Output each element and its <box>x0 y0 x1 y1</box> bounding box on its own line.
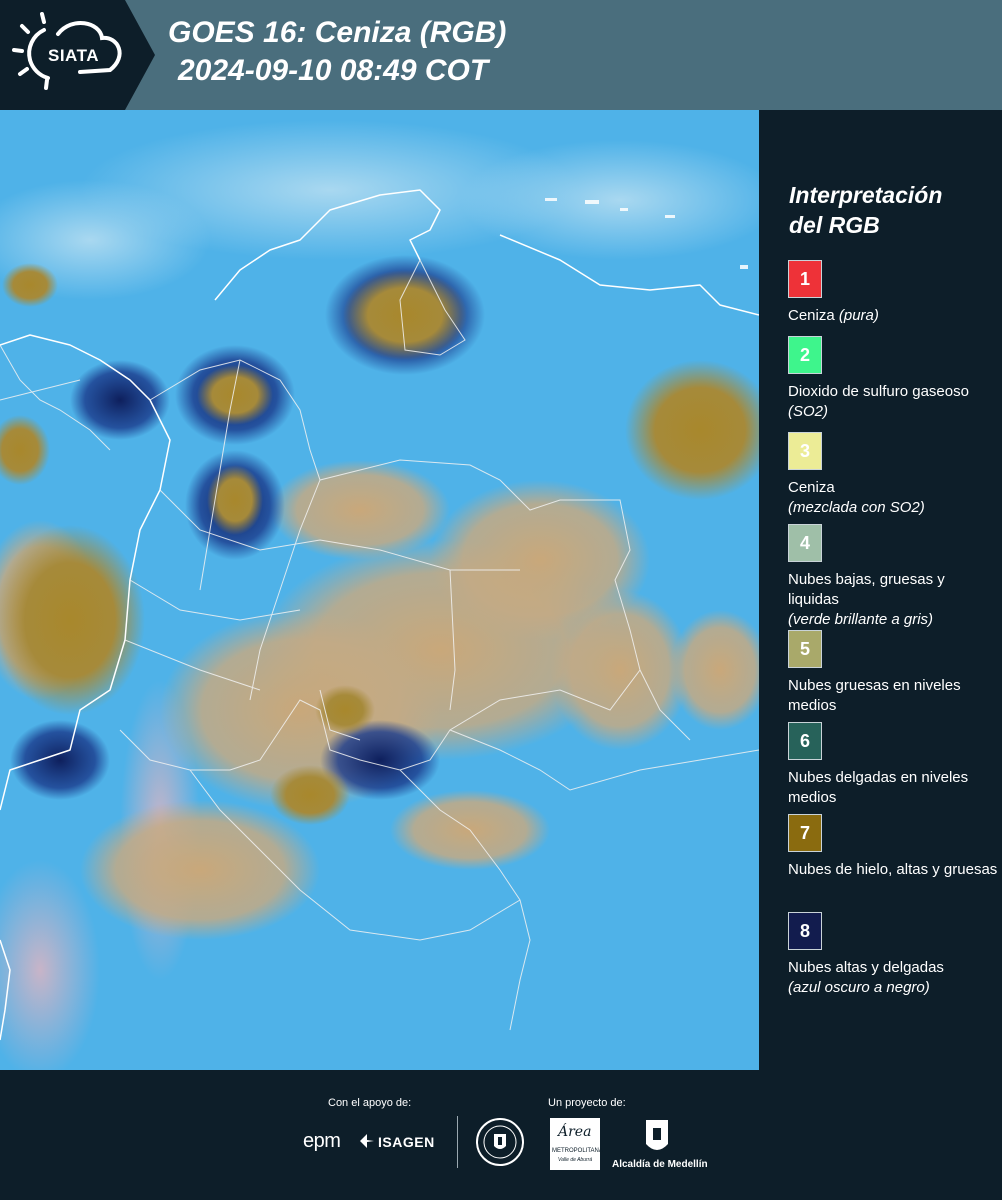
legend-swatch-8: 8 <box>788 912 822 950</box>
footer: Con el apoyo de: Un proyecto de: epm ISA… <box>0 1070 1002 1200</box>
legend-label-4: Nubes bajas, gruesas y liquidas (verde br… <box>788 571 945 628</box>
area-metropolitana-logo: Área METROPOLITANA Valle de Aburrá <box>550 1118 603 1170</box>
page-title: GOES 16: Ceniza (RGB) 2024-09-10 08:49 C… <box>168 14 506 90</box>
legend-title: Interpretación del RGB <box>789 180 942 240</box>
legend-item-6: 6 Nubes delgadas en niveles medios <box>788 722 998 808</box>
legend-item-4: 4 Nubes bajas, gruesas y liquidas (verde … <box>788 524 998 630</box>
alcaldia-shield-icon <box>646 1120 668 1150</box>
legend-swatch-6: 6 <box>788 722 822 760</box>
siata-logo: SIATA <box>0 0 155 110</box>
legend-label-1: Ceniza (pura) <box>788 307 879 324</box>
legend-label-5: Nubes gruesas en niveles medios <box>788 677 961 714</box>
isagen-icon <box>360 1134 374 1148</box>
legend-label-3: Ceniza (mezclada con SO2) <box>788 479 925 516</box>
legend-item-2: 2 Dioxido de sulfuro gaseoso (SO2) <box>788 336 998 422</box>
legend-swatch-7: 7 <box>788 814 822 852</box>
support-label: Con el apoyo de: <box>328 1097 412 1109</box>
legend-swatch-1: 1 <box>788 260 822 298</box>
header-bar: SIATA GOES 16: Ceniza (RGB) 2024-09-10 0… <box>0 0 1002 110</box>
logo-text: SIATA <box>48 46 99 65</box>
legend-item-8: 8 Nubes altas y delgadas (azul oscuro a n… <box>788 912 998 998</box>
legend-title-line-2: del RGB <box>789 212 880 238</box>
footer-divider <box>457 1116 458 1168</box>
epm-logo: epm <box>303 1130 341 1152</box>
isagen-logo: ISAGEN <box>378 1134 435 1150</box>
area-logo-subtext-2: Valle de Aburrá <box>558 1157 593 1163</box>
medellin-seal-icon <box>476 1118 524 1166</box>
legend-label-2: Dioxido de sulfuro gaseoso (SO2) <box>788 383 969 420</box>
alcaldia-logo-text: Alcaldía de Medellín <box>612 1159 708 1170</box>
legend-item-3: 3 Ceniza (mezclada con SO2) <box>788 432 998 518</box>
legend-item-1: 1 Ceniza (pura) <box>788 260 998 326</box>
legend-item-5: 5 Nubes gruesas en niveles medios <box>788 630 998 716</box>
legend-panel: Interpretación del RGB 1 Ceniza (pura) 2… <box>759 110 1002 1070</box>
satellite-map <box>0 110 759 1070</box>
legend-swatch-3: 3 <box>788 432 822 470</box>
legend-title-line-1: Interpretación <box>789 182 943 208</box>
legend-swatch-4: 4 <box>788 524 822 562</box>
legend-swatch-5: 5 <box>788 630 822 668</box>
title-line-2: 2024-09-10 08:49 COT <box>178 54 489 87</box>
legend-label-8: Nubes altas y delgadas (azul oscuro a neg… <box>788 959 944 996</box>
legend-item-7: 7 Nubes de hielo, altas y gruesas <box>788 814 998 880</box>
legend-label-7: Nubes de hielo, altas y gruesas <box>788 861 998 878</box>
project-label: Un proyecto de: <box>548 1097 626 1109</box>
legend-label-6: Nubes delgadas en niveles medios <box>788 769 969 806</box>
area-logo-text: Área <box>558 1124 592 1140</box>
area-logo-subtext: METROPOLITANA <box>552 1148 603 1154</box>
title-line-1: GOES 16: Ceniza (RGB) <box>168 16 507 49</box>
legend-swatch-2: 2 <box>788 336 822 374</box>
